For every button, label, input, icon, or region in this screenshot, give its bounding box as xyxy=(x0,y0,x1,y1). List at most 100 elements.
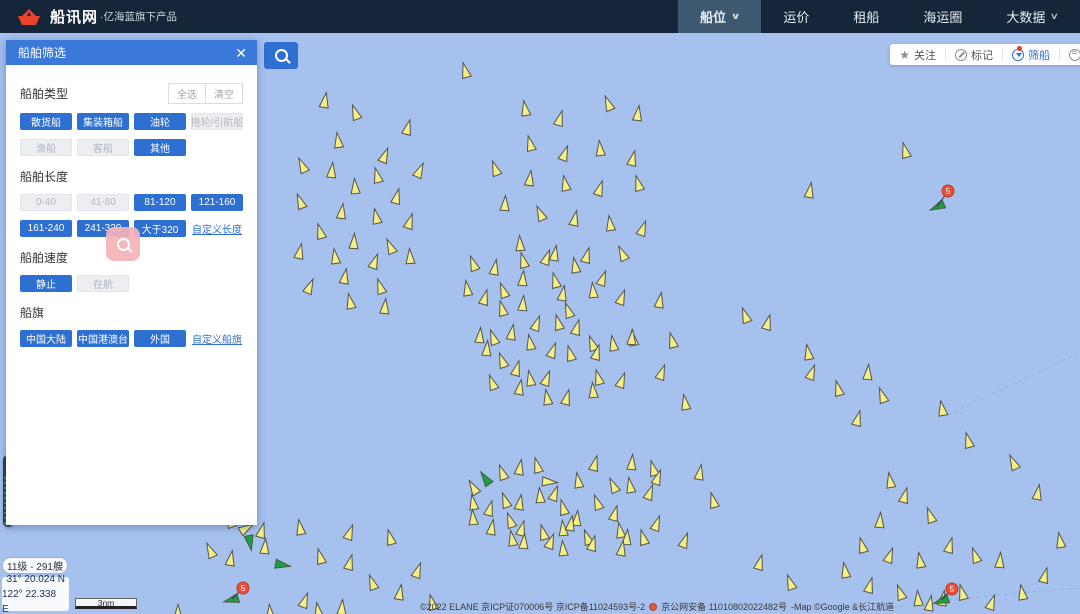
ship-marker[interactable] xyxy=(962,432,975,449)
close-icon[interactable]: ✕ xyxy=(235,46,247,60)
ship-marker[interactable] xyxy=(496,281,510,298)
filter-button-41-80[interactable]: 41-80 xyxy=(77,194,129,211)
ship-marker[interactable] xyxy=(605,215,616,231)
ship-marker-green[interactable] xyxy=(275,559,291,570)
ship-marker[interactable] xyxy=(298,591,312,608)
ship-marker[interactable] xyxy=(654,292,665,308)
ship-marker[interactable] xyxy=(615,288,629,305)
ship-marker[interactable] xyxy=(225,550,236,566)
ship-marker[interactable] xyxy=(552,314,565,331)
ship-marker[interactable] xyxy=(344,554,357,571)
filter-link-自定义长度[interactable]: 自定义长度 xyxy=(191,221,243,236)
nav-item-1[interactable]: 运价 xyxy=(761,0,831,33)
ship-marker[interactable] xyxy=(489,259,500,275)
ship-marker[interactable] xyxy=(511,360,524,377)
ship-marker[interactable] xyxy=(330,248,341,264)
filter-button-油轮[interactable]: 油轮 xyxy=(134,113,186,130)
ship-marker[interactable] xyxy=(615,371,629,388)
ship-marker[interactable] xyxy=(864,577,877,594)
ship-marker[interactable] xyxy=(595,140,606,156)
filter-button-拖轮/引航船[interactable]: 拖轮/引航船 xyxy=(191,113,243,130)
ship-marker[interactable] xyxy=(569,210,581,227)
ship-marker[interactable] xyxy=(293,192,307,209)
ship-marker[interactable] xyxy=(506,530,517,546)
ship-marker[interactable] xyxy=(468,509,478,525)
ship-marker[interactable] xyxy=(589,455,602,472)
ship-marker[interactable] xyxy=(503,511,517,528)
ship-marker[interactable] xyxy=(312,602,323,614)
ship-marker[interactable] xyxy=(588,282,598,298)
ship-marker[interactable] xyxy=(333,132,344,148)
ship-marker[interactable] xyxy=(337,599,347,614)
ship-marker[interactable] xyxy=(365,573,379,590)
ship-marker-green[interactable] xyxy=(477,469,493,486)
ship-marker[interactable] xyxy=(856,537,869,554)
ship-marker[interactable] xyxy=(944,537,957,554)
ship-marker[interactable] xyxy=(558,144,572,161)
ship-marker[interactable] xyxy=(524,334,535,350)
filter-button-静止[interactable]: 静止 xyxy=(20,275,72,292)
ship-marker[interactable] xyxy=(593,179,606,196)
ship-marker[interactable] xyxy=(839,562,850,578)
ship-marker[interactable] xyxy=(609,505,622,522)
ship-marker[interactable] xyxy=(537,524,550,541)
filter-button-161-240[interactable]: 161-240 xyxy=(20,220,72,237)
ship-marker[interactable] xyxy=(549,272,562,289)
ship-marker[interactable] xyxy=(564,345,577,362)
ship-marker[interactable] xyxy=(655,363,669,380)
ship-marker[interactable] xyxy=(875,386,889,403)
ship-marker[interactable] xyxy=(558,540,568,556)
ship-marker[interactable] xyxy=(488,159,502,176)
ship-marker[interactable] xyxy=(679,394,690,410)
section-action-清空[interactable]: 清空 xyxy=(206,83,243,104)
ship-marker[interactable] xyxy=(394,584,405,600)
ship-marker[interactable] xyxy=(1006,453,1020,470)
ship-marker[interactable] xyxy=(914,552,925,568)
filter-button-81-120[interactable]: 81-120 xyxy=(134,194,186,211)
ship-marker[interactable] xyxy=(479,289,492,306)
ship-marker[interactable] xyxy=(314,223,327,240)
ship-marker[interactable] xyxy=(540,369,554,386)
nav-item-3[interactable]: 海运圈 xyxy=(901,0,984,33)
ship-marker[interactable] xyxy=(343,523,357,540)
ship-marker[interactable] xyxy=(615,244,629,261)
ship-marker[interactable] xyxy=(632,175,645,192)
ship-marker[interactable] xyxy=(548,484,562,501)
ship-marker[interactable] xyxy=(643,483,657,500)
ship-marker[interactable] xyxy=(516,520,529,537)
ship-marker[interactable] xyxy=(546,341,560,358)
ship-marker[interactable] xyxy=(893,583,907,600)
section-action-全选[interactable]: 全选 xyxy=(168,83,206,104)
ship-marker[interactable] xyxy=(936,400,947,416)
search-button[interactable] xyxy=(264,42,298,69)
filter-button-渔船[interactable]: 渔船 xyxy=(20,139,72,156)
ship-marker[interactable] xyxy=(569,257,580,273)
filter-button-集装箱船[interactable]: 集装箱船 xyxy=(77,113,129,130)
ship-marker[interactable] xyxy=(496,300,509,317)
ship-marker[interactable] xyxy=(627,329,637,345)
ship-marker[interactable] xyxy=(1039,567,1052,584)
filter-button-散货船[interactable]: 散货船 xyxy=(20,113,72,130)
ship-marker[interactable] xyxy=(498,491,512,508)
toolbar-item-more[interactable] xyxy=(1059,48,1080,61)
ship-marker[interactable] xyxy=(559,175,571,192)
ship-marker[interactable] xyxy=(461,280,472,296)
ship-marker[interactable] xyxy=(413,161,427,178)
ship-marker[interactable] xyxy=(303,277,317,294)
ship-marker[interactable] xyxy=(467,494,478,510)
toolbar-item-标记[interactable]: 标记 xyxy=(945,48,1002,61)
ship-marker[interactable] xyxy=(524,370,535,386)
ship-marker[interactable] xyxy=(561,301,575,318)
ship-marker[interactable] xyxy=(802,344,813,360)
ship-marker[interactable] xyxy=(337,203,348,219)
ship-marker[interactable] xyxy=(484,500,497,517)
ship-marker[interactable] xyxy=(531,457,544,474)
ship-marker[interactable] xyxy=(383,237,397,254)
ship-marker[interactable] xyxy=(832,380,845,397)
filter-button-在航[interactable]: 在航 xyxy=(77,275,129,292)
nav-item-0[interactable]: 船位∨ xyxy=(678,0,761,33)
ship-marker[interactable] xyxy=(495,351,509,368)
ship-marker[interactable] xyxy=(506,324,517,340)
ship-marker[interactable] xyxy=(557,285,568,301)
ship-marker[interactable] xyxy=(804,182,815,198)
